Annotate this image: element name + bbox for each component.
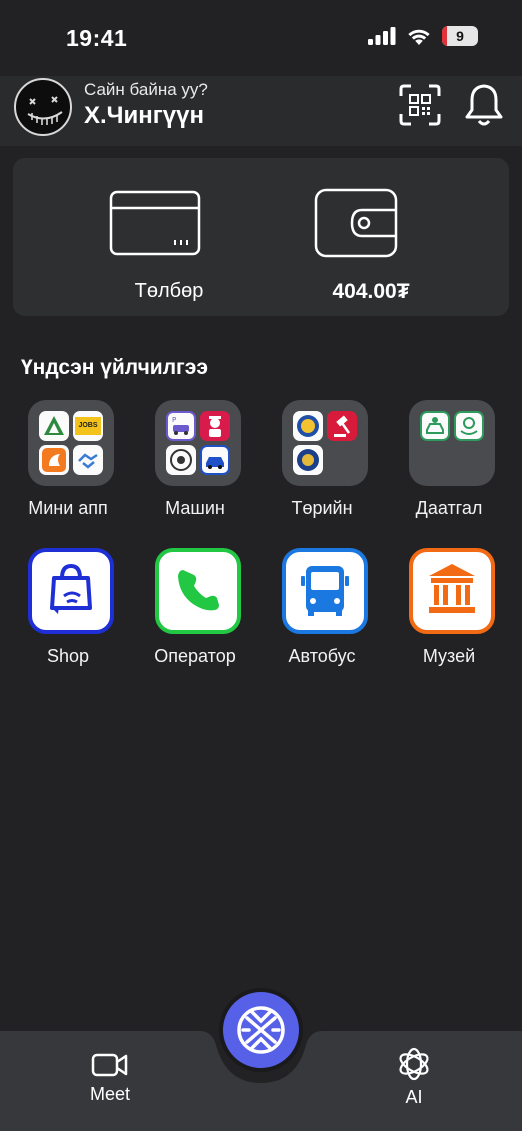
wallet-icon: [314, 188, 398, 258]
handshake-icon: [73, 445, 103, 475]
user-name: Х.Чингүүн: [84, 102, 204, 129]
app-label: Оператор: [154, 646, 236, 666]
court-icon: [327, 411, 357, 441]
svg-text:P: P: [172, 416, 176, 424]
folder-label: Төрийн: [291, 498, 353, 518]
payment-button[interactable]: Төлбөр: [79, 158, 259, 316]
notifications-button[interactable]: [462, 82, 506, 128]
app-label: Shop: [46, 646, 90, 666]
card-icon: [109, 190, 201, 256]
orange-app-icon: [39, 445, 69, 475]
app-label: Автобус: [288, 646, 356, 666]
center-button-inner: [223, 992, 299, 1068]
officer-icon: [200, 411, 230, 441]
payment-label: Төлбөр: [134, 280, 204, 302]
signal-icon: [368, 27, 396, 45]
status-icons: 9: [368, 26, 478, 46]
folder-label: Мини апп: [28, 498, 108, 518]
bus-tile: [282, 548, 368, 634]
qr-scan-button[interactable]: [399, 84, 441, 126]
badge-logo-icon: [166, 445, 196, 475]
folder-tile: [282, 400, 368, 486]
video-camera-icon: [91, 1053, 128, 1077]
center-home-button[interactable]: [219, 988, 303, 1072]
jobs-text: JOBS: [75, 417, 101, 435]
museum-icon: [429, 564, 475, 613]
app-label: Музей: [422, 646, 476, 666]
qr-scan-icon: [399, 84, 441, 126]
battery-level: 9: [456, 28, 464, 44]
ai-knot-icon: [399, 1047, 429, 1081]
jobs-icon: JOBS: [73, 411, 103, 441]
seal-icon: [293, 445, 323, 475]
wifi-icon: [408, 29, 430, 45]
wallet-card: Төлбөр 404.00₮: [13, 158, 509, 316]
balance-button[interactable]: 404.00₮: [281, 158, 461, 316]
operator-tile: [155, 548, 241, 634]
shop-tile: [28, 548, 114, 634]
status-bar: 19:41 9: [0, 0, 522, 76]
avatar-face-icon: [27, 96, 63, 125]
bus-icon: [301, 566, 349, 616]
app-logo-icon: [39, 411, 69, 441]
nav-ai[interactable]: AI: [364, 1045, 464, 1125]
insurance-car-icon: [420, 411, 450, 441]
battery-indicator: 9: [442, 26, 478, 46]
pattern-logo-icon: [237, 1006, 285, 1054]
folder-label: Даатгал: [415, 498, 483, 518]
folder-tile: P: [155, 400, 241, 486]
nav-meet-label: Meet: [89, 1084, 131, 1104]
balance-amount: 404.00₮: [332, 280, 410, 303]
shop-bag-icon: [50, 563, 92, 614]
folder-tile: JOBS: [28, 400, 114, 486]
services-title: Үндсэн үйлчилгээ: [21, 356, 209, 379]
greeting-text: Сайн байна уу?: [84, 80, 208, 99]
car-icon: [200, 445, 230, 475]
folder-tile: [409, 400, 495, 486]
nav-ai-label: AI: [405, 1087, 423, 1107]
avatar[interactable]: [14, 78, 72, 136]
emblem-icon: [293, 411, 323, 441]
nav-meet[interactable]: Meet: [60, 1049, 160, 1124]
phone-icon: [178, 570, 219, 611]
insurance-hands-icon: [454, 411, 484, 441]
status-time: 19:41: [66, 25, 128, 51]
bell-icon: [465, 84, 503, 126]
parking-icon: P: [166, 411, 196, 441]
museum-tile: [409, 548, 495, 634]
folder-label: Машин: [165, 498, 225, 518]
header: Сайн байна уу? Х.Чингүүн: [0, 76, 522, 146]
